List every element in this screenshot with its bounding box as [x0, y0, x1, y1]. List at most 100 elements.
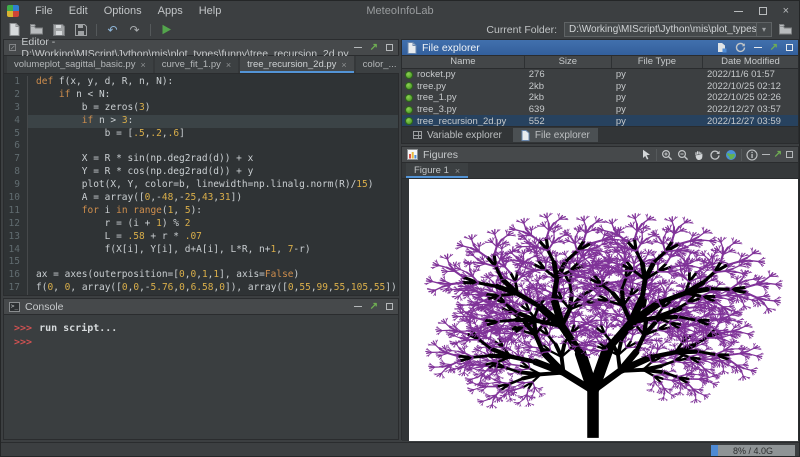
code-line[interactable]: 6 [4, 140, 398, 154]
info-icon[interactable] [746, 148, 758, 161]
code-line[interactable]: 9 plot(X, Y, color=b, linewidth=np.linal… [4, 179, 398, 193]
code-line[interactable]: 8 Y = R * cos(np.deg2rad(d)) + y [4, 166, 398, 180]
float-icon[interactable]: ↗ [370, 301, 378, 311]
code-line[interactable]: 10 A = array([0,-48,-25,43,31]) [4, 192, 398, 205]
window-close-icon[interactable]: × [783, 6, 789, 17]
code-line[interactable]: 14 f(X[i], Y[i], d+A[i], L*R, n+1, 7-r) [4, 243, 398, 257]
minimize-icon[interactable] [753, 47, 762, 48]
code-line[interactable]: 1 def f(x, y, d, R, n, N): [4, 76, 398, 89]
memory-indicator[interactable]: 8% / 4.0G [711, 445, 795, 456]
close-icon[interactable]: × [455, 166, 460, 176]
dock-tab-file-explorer[interactable]: File explorer [512, 128, 598, 142]
figures-toolbar: ↗ [641, 148, 793, 161]
zoom-out-icon[interactable] [677, 149, 689, 161]
app-logo-icon [7, 5, 19, 17]
console-output[interactable]: >>> run script... >>> [4, 315, 398, 439]
code-line[interactable]: 5 b = [.5,.2,.6] [4, 127, 398, 141]
chevron-down-icon[interactable]: ▾ [756, 23, 771, 36]
pointer-icon[interactable] [641, 149, 652, 160]
code-text: if n > 3: [28, 114, 398, 128]
table-row[interactable]: tree_recursion_2d.py 552 py 2022/12/27 03:5… [402, 115, 798, 126]
minimize-icon[interactable] [353, 306, 362, 307]
python-file-icon [405, 117, 413, 126]
code-line[interactable]: 3 b = zeros(3) [4, 101, 398, 115]
maximize-icon[interactable] [386, 303, 393, 310]
column-header-modified[interactable]: Date Modified [703, 56, 798, 68]
column-header-name[interactable]: Name [402, 56, 525, 68]
menu-help[interactable]: Help [191, 5, 230, 17]
code-line[interactable]: 15 [4, 256, 398, 270]
file-name: tree_recursion_2d.py [417, 115, 507, 126]
pan-hand-icon[interactable] [693, 149, 705, 161]
maximize-icon[interactable] [786, 44, 793, 51]
close-icon[interactable]: × [140, 60, 145, 70]
browse-folder-icon[interactable] [779, 23, 792, 36]
minimize-icon[interactable] [761, 154, 770, 155]
file-name-cell: tree_recursion_2d.py [402, 116, 525, 126]
code-line[interactable]: 4 if n > 3: [4, 114, 398, 128]
figure-tab-label: Figure 1 [414, 165, 449, 176]
code-editor[interactable]: 1 def f(x, y, d, R, n, N): 2 if n < N: 3 b … [4, 74, 398, 295]
line-number: 8 [4, 166, 28, 180]
current-folder-value[interactable]: D:\Working\MIScript\Jython\mis\plot_type… [565, 23, 756, 36]
float-icon[interactable]: ↗ [770, 42, 778, 52]
code-line[interactable]: 13 L = .58 + r * .07 [4, 230, 398, 244]
table-row[interactable]: tree_1.py 2kb py 2022/10/25 02:26 [402, 92, 798, 104]
window-maximize-icon[interactable] [758, 7, 767, 15]
editor-tab[interactable]: tree_recursion_2d.py × [240, 56, 354, 73]
editor-tab[interactable]: curve_fit_1.py × [154, 56, 239, 73]
undo-icon[interactable]: ↶ [106, 23, 119, 37]
dock-tab-variable-explorer[interactable]: Variable explorer [405, 128, 510, 142]
file-explorer-icon [521, 129, 530, 141]
rotate-icon[interactable] [709, 149, 721, 161]
menu-file[interactable]: File [27, 5, 61, 17]
redo-icon[interactable]: ↷ [128, 23, 141, 37]
file-size-cell: 639 [528, 104, 545, 116]
float-icon[interactable]: ↗ [370, 42, 378, 52]
code-line[interactable]: 2 if n < N: [4, 88, 398, 102]
toolbar-separator [150, 23, 151, 36]
save-icon[interactable] [52, 23, 65, 36]
minimize-icon[interactable] [353, 47, 362, 48]
column-header-filetype[interactable]: File Type [612, 56, 703, 68]
table-row[interactable]: tree_3.py 639 py 2022/12/27 03:57 [402, 104, 798, 116]
zoom-in-icon[interactable] [661, 149, 673, 161]
open-folder-icon[interactable] [30, 23, 43, 36]
editor-tab[interactable]: volumeplot_sagittal_basic.py × [7, 56, 153, 73]
code-line[interactable]: 11 for i in range(1, 5): [4, 204, 398, 218]
menu-options[interactable]: Options [96, 5, 150, 17]
column-header-size[interactable]: Size [525, 56, 612, 68]
new-file-icon[interactable] [8, 23, 21, 36]
table-row[interactable]: tree.py 2kb py 2022/10/25 02:12 [402, 81, 798, 93]
file-type-cell: py [615, 92, 626, 104]
menu-apps[interactable]: Apps [150, 5, 191, 17]
line-number: 12 [4, 217, 28, 231]
code-text: def f(x, y, d, R, n, N): [36, 76, 174, 87]
figures-panel-title: Figures [423, 148, 459, 161]
file-size-cell: 2kb [528, 92, 545, 104]
dock-tab-label: Variable explorer [427, 129, 502, 141]
close-icon[interactable]: × [341, 60, 346, 70]
figure-canvas[interactable] [409, 179, 798, 441]
code-line[interactable]: 7 X = R * sin(np.deg2rad(d)) + x [4, 153, 398, 167]
float-icon[interactable]: ↗ [774, 149, 782, 159]
refresh-icon[interactable] [735, 42, 746, 53]
code-line[interactable]: 17 f(0, 0, array([0,0,-5.76,0,6.58,0]), a… [4, 282, 398, 295]
current-folder-combobox[interactable]: D:\Working\MIScript\Jython\mis\plot_type… [564, 22, 772, 37]
new-document-icon[interactable] [716, 42, 727, 53]
window-minimize-icon[interactable] [733, 10, 743, 12]
code-line[interactable]: 16 ax = axes(outerposition=[0,0,1,1], axi… [4, 269, 398, 283]
maximize-icon[interactable] [386, 44, 393, 51]
maximize-icon[interactable] [786, 151, 793, 158]
figure-tab[interactable]: Figure 1 × [406, 163, 469, 178]
run-script-icon[interactable] [160, 23, 173, 36]
code-text: plot(X, Y, color=b, linewidth=np.linalg.… [36, 179, 374, 191]
menu-edit[interactable]: Edit [61, 5, 96, 17]
file-name-cell: tree_1.py [402, 92, 525, 103]
save-as-icon[interactable] [74, 23, 87, 36]
code-line[interactable]: 12 r = (i + 1) % 2 [4, 217, 398, 231]
globe-icon[interactable] [725, 149, 737, 161]
table-row[interactable]: rocket.py 276 py 2022/11/6 01:57 [402, 69, 798, 81]
file-size-cell: 276 [528, 69, 545, 81]
close-icon[interactable]: × [226, 60, 231, 70]
